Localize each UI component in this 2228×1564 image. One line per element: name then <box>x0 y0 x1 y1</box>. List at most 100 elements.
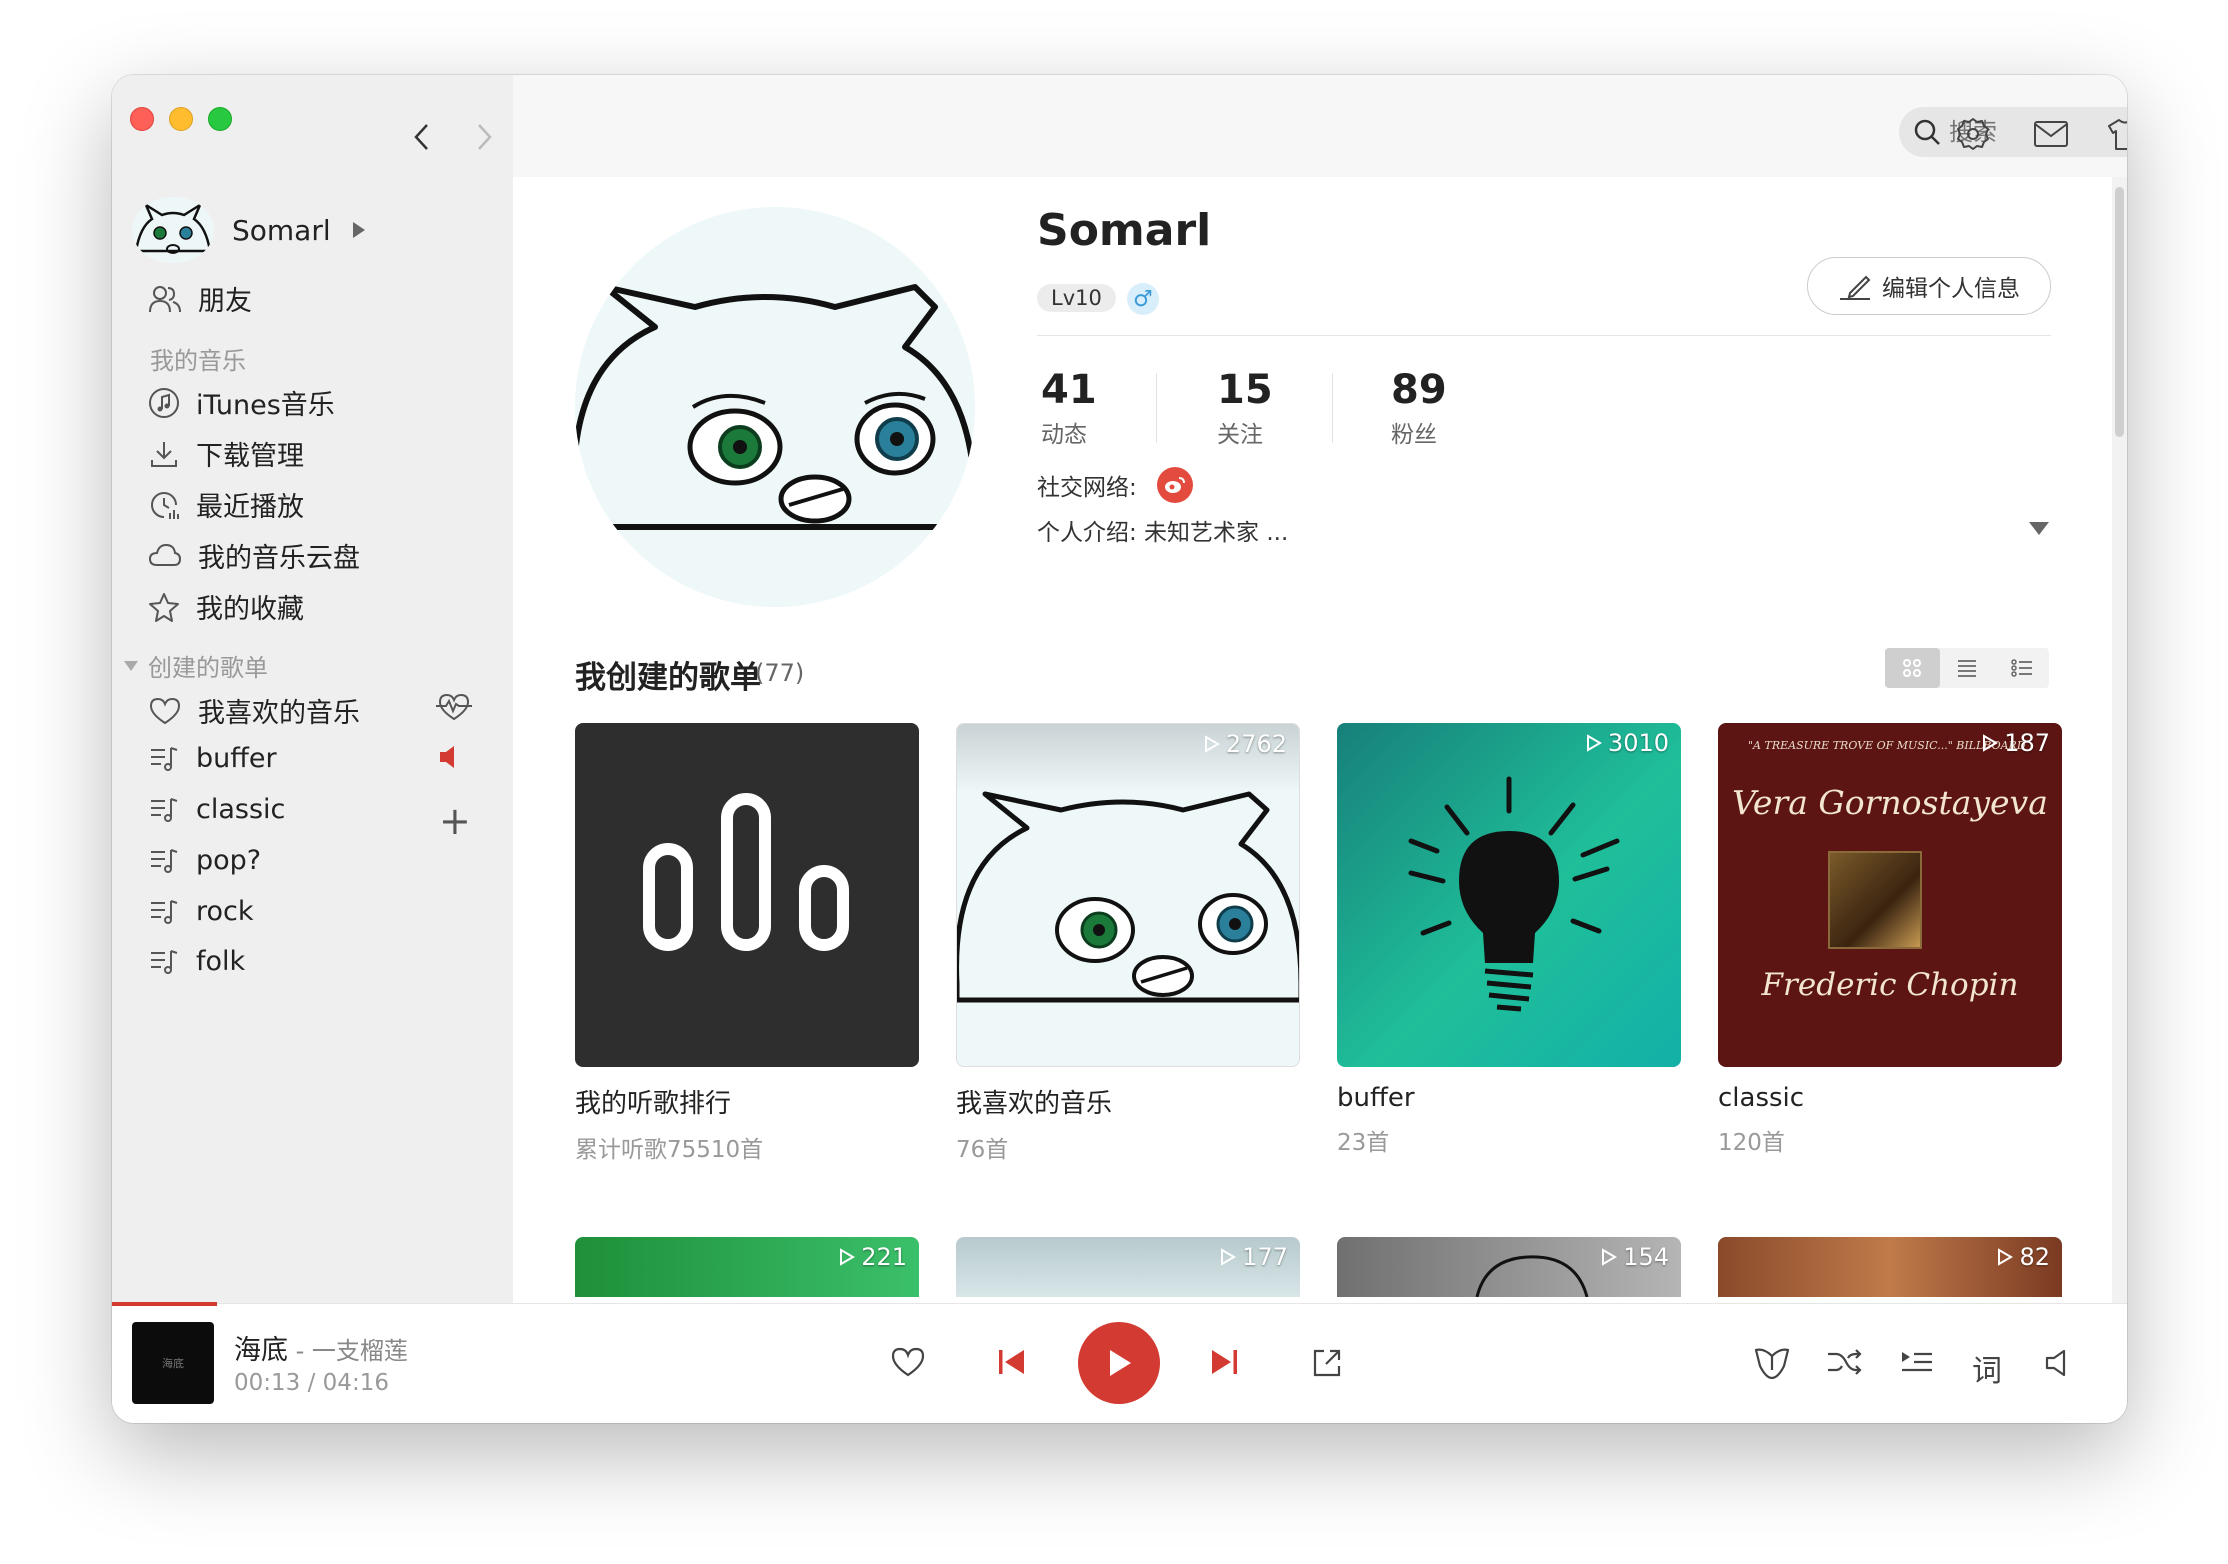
play-count-value: 2762 <box>1225 730 1287 758</box>
profile-name: Somarl <box>1037 205 1212 256</box>
view-mode-toggle <box>1885 648 2049 688</box>
playlist-icon <box>151 950 178 974</box>
sidebar-item-recent[interactable]: 最近播放 <box>148 485 304 524</box>
share-icon <box>1313 1349 1341 1377</box>
grid-icon <box>1903 659 1922 677</box>
current-time: 00:13 <box>234 1370 301 1396</box>
main-scrollbar[interactable] <box>2112 177 2127 1303</box>
sidebar-item-buffer[interactable]: buffer <box>148 742 277 774</box>
playlist-card[interactable]: 221 <box>575 1237 919 1297</box>
playlist-card[interactable]: "A TREASURE TROVE OF MUSIC..." BILLBOARD… <box>1718 723 2062 1157</box>
sidebar-user[interactable]: Somarl <box>132 197 365 263</box>
play-triangle-icon <box>840 1248 856 1266</box>
top-bar <box>513 75 2127 177</box>
sidebar-item-label: iTunes音乐 <box>196 390 335 421</box>
weibo-icon[interactable] <box>1156 467 1193 503</box>
play-triangle-icon <box>1983 734 1999 752</box>
stat-followers[interactable]: 89 粉丝 <box>1391 367 1447 449</box>
share-button[interactable] <box>1310 1346 1344 1380</box>
maximize-window-button[interactable] <box>208 107 232 131</box>
playlist-card[interactable]: 177 <box>956 1237 1300 1297</box>
playlist-cover[interactable]: 2762 <box>956 723 1300 1067</box>
detail-view-button[interactable] <box>1994 648 2049 688</box>
back-button[interactable] <box>402 117 442 157</box>
like-button[interactable] <box>890 1346 926 1378</box>
playlist-title: classic <box>1718 1083 1805 1113</box>
collapse-arrow-icon <box>124 660 138 671</box>
heart-icon <box>149 697 181 724</box>
sound-effect-button[interactable] <box>1752 1344 1792 1380</box>
playlist-cover[interactable] <box>575 723 919 1067</box>
stat-label: 粉丝 <box>1391 422 1437 448</box>
playlist-card[interactable]: 2762 我喜欢的音乐 76首 <box>956 723 1300 1164</box>
play-count: 82 <box>1997 1243 2050 1271</box>
messages-button[interactable] <box>2032 115 2070 153</box>
sidebar-item-friends[interactable]: 朋友 <box>148 279 252 318</box>
search-box[interactable] <box>1899 107 2127 157</box>
profile-divider <box>1037 335 2051 336</box>
sidebar-item-pop[interactable]: pop? <box>148 844 261 876</box>
sidebar-item-cloud[interactable]: 我的音乐云盘 <box>148 536 360 575</box>
now-playing-info: 海底 - 一支榴莲 <box>234 1328 408 1367</box>
playlist-queue-button[interactable] <box>1900 1348 1934 1376</box>
shuffle-button[interactable] <box>1826 1348 1862 1376</box>
next-button[interactable] <box>1208 1348 1240 1376</box>
detail-list-icon <box>2010 659 2032 677</box>
sidebar-item-label: 最近播放 <box>196 492 304 523</box>
grid-view-button[interactable] <box>1885 648 1940 688</box>
level-badge: Lv10 <box>1037 284 1116 312</box>
close-window-button[interactable] <box>130 107 154 131</box>
playlist-card[interactable]: 3010 buffer 23首 <box>1337 723 1681 1157</box>
sidebar-item-downloads[interactable]: 下载管理 <box>148 434 304 473</box>
play-count: 2762 <box>1204 730 1287 758</box>
sidebar-item-folk[interactable]: folk <box>148 945 245 977</box>
avatar <box>132 197 214 263</box>
sidebar-item-favorites[interactable]: 我的收藏 <box>148 587 304 626</box>
lyrics-button[interactable]: 词 <box>1972 1346 2002 1390</box>
playlist-cover[interactable]: "A TREASURE TROVE OF MUSIC..." BILLBOARD… <box>1718 723 2062 1067</box>
stat-separator <box>1332 373 1333 443</box>
scrollbar-thumb[interactable] <box>2115 187 2124 437</box>
now-playing-cover[interactable]: 海底 <box>132 1322 214 1404</box>
ear-icon <box>1754 1348 1790 1380</box>
heartbeat-mode-icon[interactable] <box>434 692 474 726</box>
social-label: 社交网络: <box>1037 475 1137 501</box>
play-count: 3010 <box>1586 729 1669 757</box>
now-playing-title[interactable]: 海底 <box>234 1335 288 1366</box>
social-networks: 社交网络: <box>1037 467 1193 503</box>
created-playlists-heading[interactable]: 创建的歌单 <box>124 648 268 683</box>
list-view-button[interactable] <box>1940 648 1995 688</box>
mail-icon <box>2034 121 2068 147</box>
playlist-cover[interactable]: 3010 <box>1337 723 1681 1067</box>
playlist-icon <box>151 900 178 924</box>
expand-profile-icon[interactable] <box>2029 522 2049 535</box>
playback-progress[interactable] <box>112 1302 217 1306</box>
play-pause-button[interactable] <box>1078 1322 1160 1404</box>
sidebar-item-rock[interactable]: rock <box>148 895 254 927</box>
sidebar-item-classic[interactable]: classic <box>148 793 285 825</box>
lyrics-icon: 词 <box>1972 1354 2002 1389</box>
search-icon <box>1914 119 1940 145</box>
edit-profile-button[interactable]: 编辑个人信息 <box>1807 257 2051 315</box>
stat-number: 89 <box>1391 367 1447 413</box>
profile-page: Somarl Lv10 ♂ 编辑个人信息 41 动态 15 关注 89 粉丝 社… <box>513 177 2113 1303</box>
volume-button[interactable] <box>2044 1348 2072 1378</box>
forward-button[interactable] <box>464 117 504 157</box>
stat-number: 41 <box>1041 367 1097 413</box>
now-playing-artist[interactable]: - 一支榴莲 <box>288 1337 408 1365</box>
profile-avatar[interactable] <box>575 207 975 607</box>
sidebar-item-itunes[interactable]: iTunes音乐 <box>148 383 335 422</box>
add-playlist-button[interactable]: + <box>439 802 471 840</box>
previous-button[interactable] <box>996 1348 1028 1376</box>
playlist-card[interactable]: 82 <box>1718 1237 2062 1297</box>
skin-button[interactable] <box>2106 115 2127 153</box>
playlist-card[interactable]: 我的听歌排行 累计听歌75510首 <box>575 723 919 1164</box>
window-controls <box>130 107 232 131</box>
settings-button[interactable] <box>1954 115 1992 153</box>
app-window: Somarl 朋友 我的音乐 iTunes音乐 下载管理 最近播放 我的音乐云盘… <box>112 75 2127 1423</box>
playlist-card[interactable]: 154 <box>1337 1237 1681 1297</box>
stat-events[interactable]: 41 动态 <box>1041 367 1097 449</box>
sidebar-item-liked[interactable]: 我喜欢的音乐 <box>148 691 360 730</box>
stat-following[interactable]: 15 关注 <box>1217 367 1273 449</box>
minimize-window-button[interactable] <box>169 107 193 131</box>
